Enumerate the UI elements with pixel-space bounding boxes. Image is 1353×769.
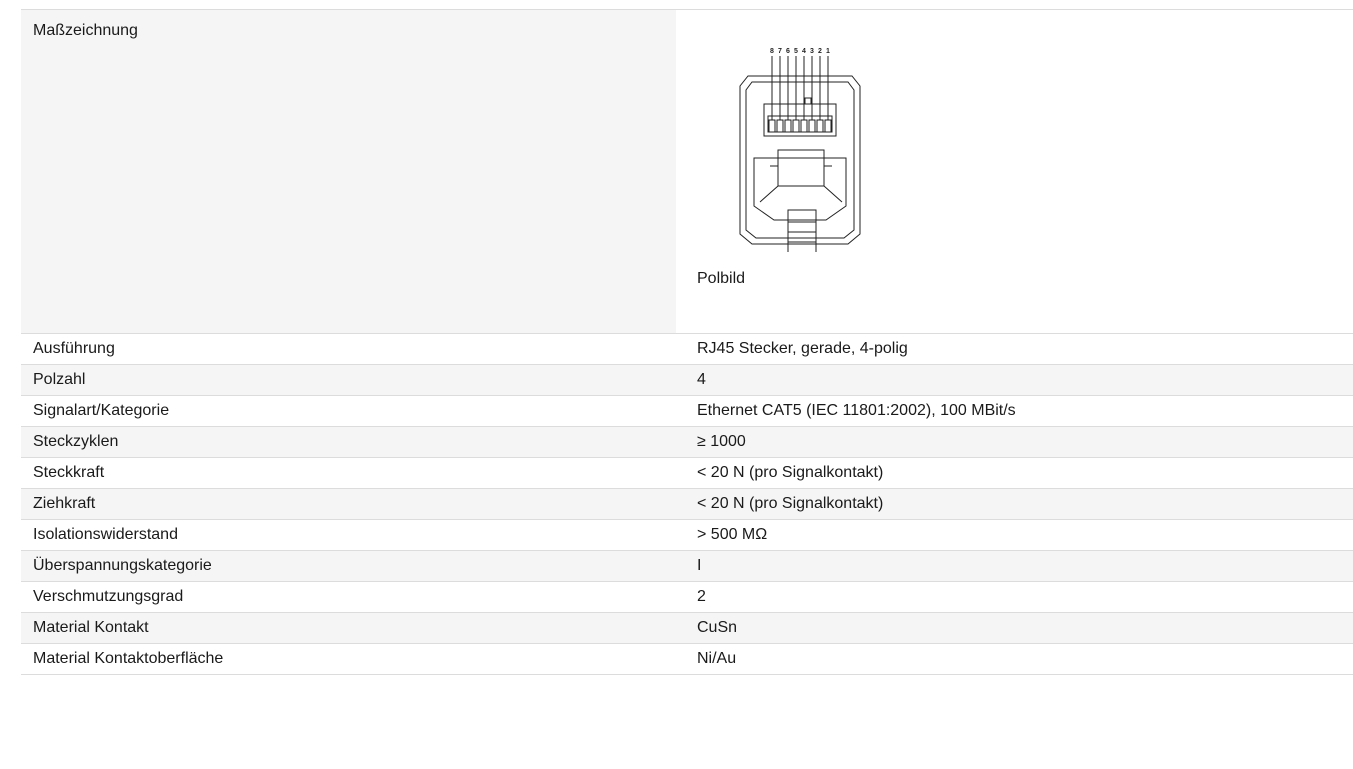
spec-label: Isolationswiderstand	[33, 526, 178, 543]
spec-row: Steckzyklen ≥ 1000	[21, 427, 1353, 458]
pin-contact	[800, 119, 808, 133]
pin-contact	[824, 119, 832, 133]
pin-number-label: 5	[794, 48, 798, 55]
spec-row: Ziehkraft < 20 N (pro Signalkontakt)	[21, 489, 1353, 520]
spec-value: ≥ 1000	[697, 433, 746, 450]
spec-value: Ni/Au	[697, 650, 737, 667]
spec-value: RJ45 Stecker, gerade, 4-polig	[697, 340, 908, 357]
spec-row: Ausführung RJ45 Stecker, gerade, 4-polig	[21, 334, 1353, 365]
spec-value: < 20 N (pro Signalkontakt)	[697, 495, 884, 512]
drawing-caption: Polbild	[697, 270, 746, 287]
pin-number-label: 6	[786, 48, 790, 55]
spec-label: Steckkraft	[33, 464, 105, 481]
spec-label: Ausführung	[33, 340, 115, 357]
spec-label: Material Kontaktoberfläche	[33, 650, 224, 667]
spec-row: Material Kontakt CuSn	[21, 613, 1353, 644]
pin-number-label: 2	[818, 48, 822, 55]
spec-label: Steckzyklen	[33, 433, 119, 450]
spec-label: Verschmutzungsgrad	[33, 588, 184, 605]
spec-rows: Ausführung RJ45 Stecker, gerade, 4-polig P…	[21, 334, 1353, 675]
pin-contact	[784, 119, 792, 133]
pin-contact	[816, 119, 824, 133]
spec-row: Überspannungskategorie I	[21, 551, 1353, 582]
pin-contact	[792, 119, 800, 133]
spec-value: 4	[697, 371, 706, 388]
spec-row: Isolationswiderstand > 500 MΩ	[21, 520, 1353, 551]
drawing-label: Maßzeichnung	[33, 22, 138, 39]
drawing-cell: 87654321 Polbild	[676, 10, 1353, 333]
pin-contact	[768, 119, 776, 133]
spec-label: Ziehkraft	[33, 495, 96, 512]
spec-label: Material Kontakt	[33, 619, 149, 636]
spec-label: Polzahl	[33, 371, 86, 388]
spec-label: Signalart/Kategorie	[33, 402, 170, 419]
pin-number-label: 4	[802, 48, 806, 55]
pin-number-label: 7	[778, 48, 782, 55]
spec-label: Überspannungskategorie	[33, 557, 212, 574]
spec-value: CuSn	[697, 619, 738, 636]
pin-number-label: 8	[770, 48, 774, 55]
spec-value: 2	[697, 588, 706, 605]
spec-value: > 500 MΩ	[697, 526, 768, 543]
spec-value: I	[697, 557, 702, 574]
spec-row: Polzahl 4	[21, 365, 1353, 396]
spec-table: Maßzeichnung 8 7 6 5 4 3 2 1 Polbild Aus…	[21, 9, 1353, 675]
rj45-pinout-drawing: 87654321	[739, 48, 861, 252]
pin-number-label: 3	[810, 48, 814, 55]
spec-row: Signalart/Kategorie Ethernet CAT5 (IEC 11…	[21, 396, 1353, 427]
spec-row: Verschmutzungsgrad 2	[21, 582, 1353, 613]
pin-contact	[808, 119, 816, 133]
spec-row: Material Kontaktoberfläche Ni/Au	[21, 644, 1353, 675]
drawing-row: Maßzeichnung 8 7 6 5 4 3 2 1 Polbild	[21, 10, 1353, 334]
pin-number-label: 1	[826, 48, 830, 55]
pin-contact	[776, 119, 784, 133]
spec-value: < 20 N (pro Signalkontakt)	[697, 464, 884, 481]
spec-value: Ethernet CAT5 (IEC 11801:2002), 100 MBit…	[697, 402, 1016, 419]
spec-row: Steckkraft < 20 N (pro Signalkontakt)	[21, 458, 1353, 489]
